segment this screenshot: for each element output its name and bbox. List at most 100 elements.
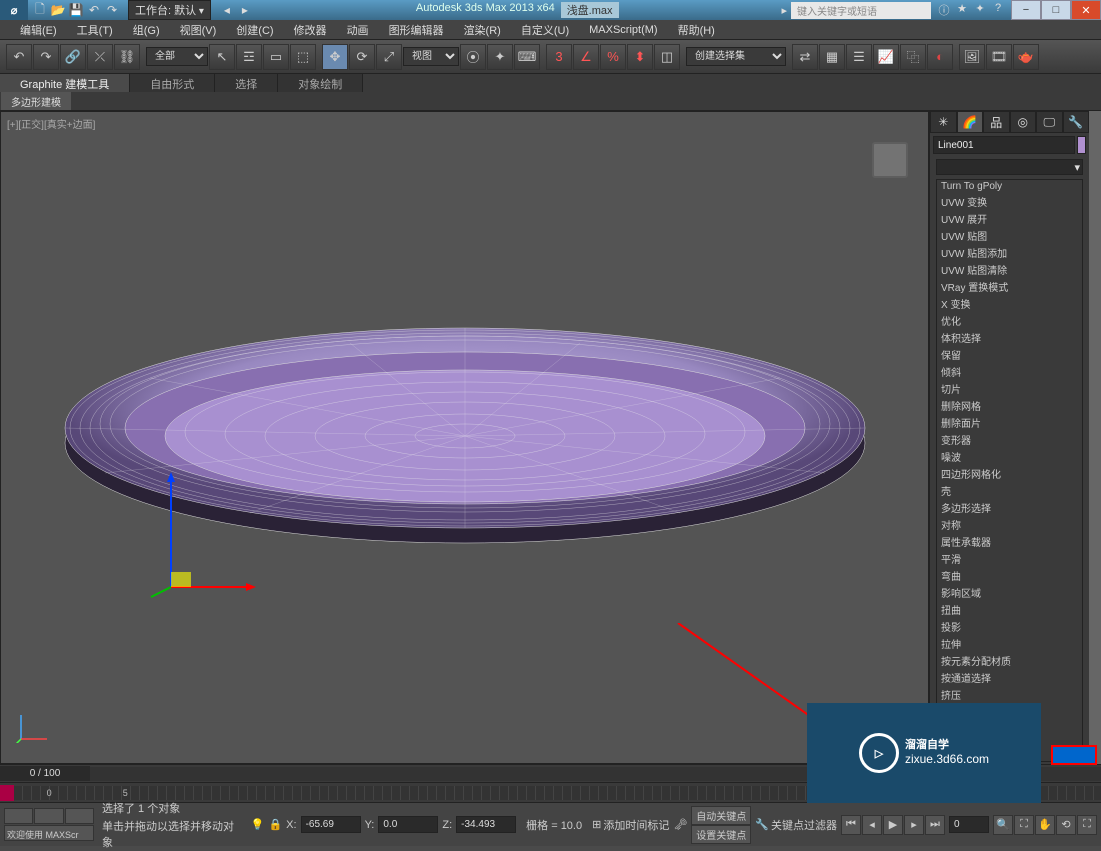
track-key-icon[interactable] xyxy=(0,785,14,801)
named-sel-set[interactable]: 创建选择集 xyxy=(686,47,786,66)
panel-scrollbar[interactable] xyxy=(1089,111,1101,764)
redo-button[interactable]: ↷ xyxy=(33,44,59,70)
modifier-item[interactable]: 变形器 xyxy=(937,431,1082,448)
setkey-button[interactable]: 设置关键点 xyxy=(691,825,751,844)
modifier-item[interactable]: 删除网格 xyxy=(937,397,1082,414)
orbit-button[interactable]: ⟲ xyxy=(1056,815,1076,835)
move-gizmo[interactable] xyxy=(146,462,266,602)
modifier-item[interactable]: Turn To gPoly xyxy=(937,180,1082,193)
tab-utilities[interactable]: 🔧 xyxy=(1063,111,1090,133)
ribbon-panel-polymodel[interactable]: 多边形建模 xyxy=(1,92,71,110)
object-color-swatch[interactable] xyxy=(1077,136,1086,154)
viewport[interactable]: [+][正交][真实+边面] xyxy=(0,111,929,764)
modifier-item[interactable]: 拉伸 xyxy=(937,635,1082,652)
ex-icon[interactable]: ✦ xyxy=(973,2,987,18)
unlink-button[interactable]: ⤫ xyxy=(87,44,113,70)
lock-icon[interactable]: 💡 xyxy=(251,818,265,831)
modifier-item[interactable]: UVW 贴图 xyxy=(937,227,1082,244)
tab-create[interactable]: ✳ xyxy=(930,111,957,133)
keymode-button[interactable]: ⌨ xyxy=(514,44,540,70)
modifier-item[interactable]: 对称 xyxy=(937,516,1082,533)
spinner-snap[interactable]: ⬍ xyxy=(627,44,653,70)
menu-animation[interactable]: 动画 xyxy=(337,20,379,40)
play-button[interactable]: ▶ xyxy=(883,815,903,835)
pivot-button[interactable]: ⦿ xyxy=(460,44,486,70)
modifier-item[interactable]: 删除面片 xyxy=(937,414,1082,431)
zoom-button[interactable]: 🔍 xyxy=(993,815,1013,835)
tab-hierarchy[interactable]: 品 xyxy=(983,111,1010,133)
zoom-all[interactable]: ⛶ xyxy=(1014,815,1034,835)
angle-snap[interactable]: ∠ xyxy=(573,44,599,70)
modifier-item[interactable]: UVW 展开 xyxy=(937,210,1082,227)
close-button[interactable]: ✕ xyxy=(1071,0,1101,20)
goto-end[interactable]: ⏭ xyxy=(925,815,945,835)
modifier-list-dropdown[interactable]: ▾ xyxy=(936,159,1083,175)
y-field[interactable] xyxy=(378,816,438,833)
keyfilter-button[interactable]: 🔧关键点过滤器 xyxy=(755,817,837,833)
modifier-item[interactable]: 体积选择 xyxy=(937,329,1082,346)
z-field[interactable] xyxy=(456,816,516,833)
workspace-selector[interactable]: 工作台: 默认 ▾ xyxy=(128,0,211,20)
modifier-item[interactable]: 切片 xyxy=(937,380,1082,397)
menu-views[interactable]: 视图(V) xyxy=(170,20,227,40)
menu-tools[interactable]: 工具(T) xyxy=(67,20,123,40)
ribbon-tab-paint[interactable]: 对象绘制 xyxy=(278,74,363,92)
sb-1[interactable] xyxy=(4,808,33,824)
ref-coord[interactable]: 视图 xyxy=(403,47,459,66)
modifier-item[interactable]: 多边形选择 xyxy=(937,499,1082,516)
modifier-item[interactable]: 投影 xyxy=(937,618,1082,635)
time-tag[interactable]: ⊞添加时间标记 xyxy=(592,817,669,833)
minimize-button[interactable]: − xyxy=(1011,0,1041,20)
selection-filter[interactable]: 全部 xyxy=(146,47,208,66)
tab-modify[interactable]: 🌈 xyxy=(957,111,984,133)
redo-icon[interactable]: ↷ xyxy=(104,2,120,18)
goto-start[interactable]: ⏮ xyxy=(841,815,861,835)
modifier-item[interactable]: 优化 xyxy=(937,312,1082,329)
select-name-button[interactable]: ☲ xyxy=(236,44,262,70)
render-frame-button[interactable]: 🎞 xyxy=(986,44,1012,70)
info-icon[interactable]: ⓘ xyxy=(937,2,951,18)
modifier-item[interactable]: 挤压 xyxy=(937,686,1082,703)
modifier-item[interactable]: UVW 贴图添加 xyxy=(937,244,1082,261)
menu-create[interactable]: 创建(C) xyxy=(226,20,283,40)
window-cross-button[interactable]: ⬚ xyxy=(290,44,316,70)
next-icon[interactable]: ▸ xyxy=(237,2,253,18)
next-frame[interactable]: ▸ xyxy=(904,815,924,835)
mirror-button[interactable]: ⇄ xyxy=(792,44,818,70)
autokey-button[interactable]: 自动关键点 xyxy=(691,806,751,825)
maxscript-mini[interactable]: 欢迎使用 MAXScr xyxy=(4,825,94,841)
undo-icon[interactable]: ↶ xyxy=(86,2,102,18)
modifier-item[interactable]: 影响区域 xyxy=(937,584,1082,601)
select-rect-button[interactable]: ▭ xyxy=(263,44,289,70)
tab-display[interactable]: 🖵 xyxy=(1036,111,1063,133)
current-frame-field[interactable] xyxy=(949,816,989,833)
manip-button[interactable]: ✦ xyxy=(487,44,513,70)
menu-help[interactable]: 帮助(H) xyxy=(668,20,725,40)
undo-button[interactable]: ↶ xyxy=(6,44,32,70)
snap-toggle[interactable]: 3 xyxy=(546,44,572,70)
sb-3[interactable] xyxy=(65,808,94,824)
menu-grapheditors[interactable]: 图形编辑器 xyxy=(379,20,454,40)
new-icon[interactable]: 🗋 xyxy=(32,2,48,18)
material-editor-button[interactable]: ◐ xyxy=(927,44,953,70)
frame-display[interactable]: 0 / 100 xyxy=(0,766,90,781)
percent-snap[interactable]: % xyxy=(600,44,626,70)
ribbon-tab-selection[interactable]: 选择 xyxy=(215,74,278,92)
modifier-item[interactable]: 壳 xyxy=(937,482,1082,499)
ribbon-tab-graphite[interactable]: Graphite 建模工具 xyxy=(0,74,130,92)
maximize-button[interactable]: □ xyxy=(1041,0,1071,20)
modifier-item[interactable]: 平滑 xyxy=(937,550,1082,567)
prev-icon[interactable]: ◂ xyxy=(219,2,235,18)
edged-faces[interactable]: ◫ xyxy=(654,44,680,70)
modifier-item[interactable]: 倾斜 xyxy=(937,363,1082,380)
menu-customize[interactable]: 自定义(U) xyxy=(511,20,579,40)
link-button[interactable]: 🔗 xyxy=(60,44,86,70)
search-input[interactable]: 键入关键字或短语 xyxy=(791,2,931,19)
modifier-item[interactable]: 噪波 xyxy=(937,448,1082,465)
menu-rendering[interactable]: 渲染(R) xyxy=(454,20,511,40)
modifier-item[interactable]: 按元素分配材质 xyxy=(937,652,1082,669)
pan-button[interactable]: ✋ xyxy=(1035,815,1055,835)
scale-button[interactable]: ⤢ xyxy=(376,44,402,70)
ribbon-tab-freeform[interactable]: 自由形式 xyxy=(130,74,215,92)
star-icon[interactable]: ★ xyxy=(955,2,969,18)
